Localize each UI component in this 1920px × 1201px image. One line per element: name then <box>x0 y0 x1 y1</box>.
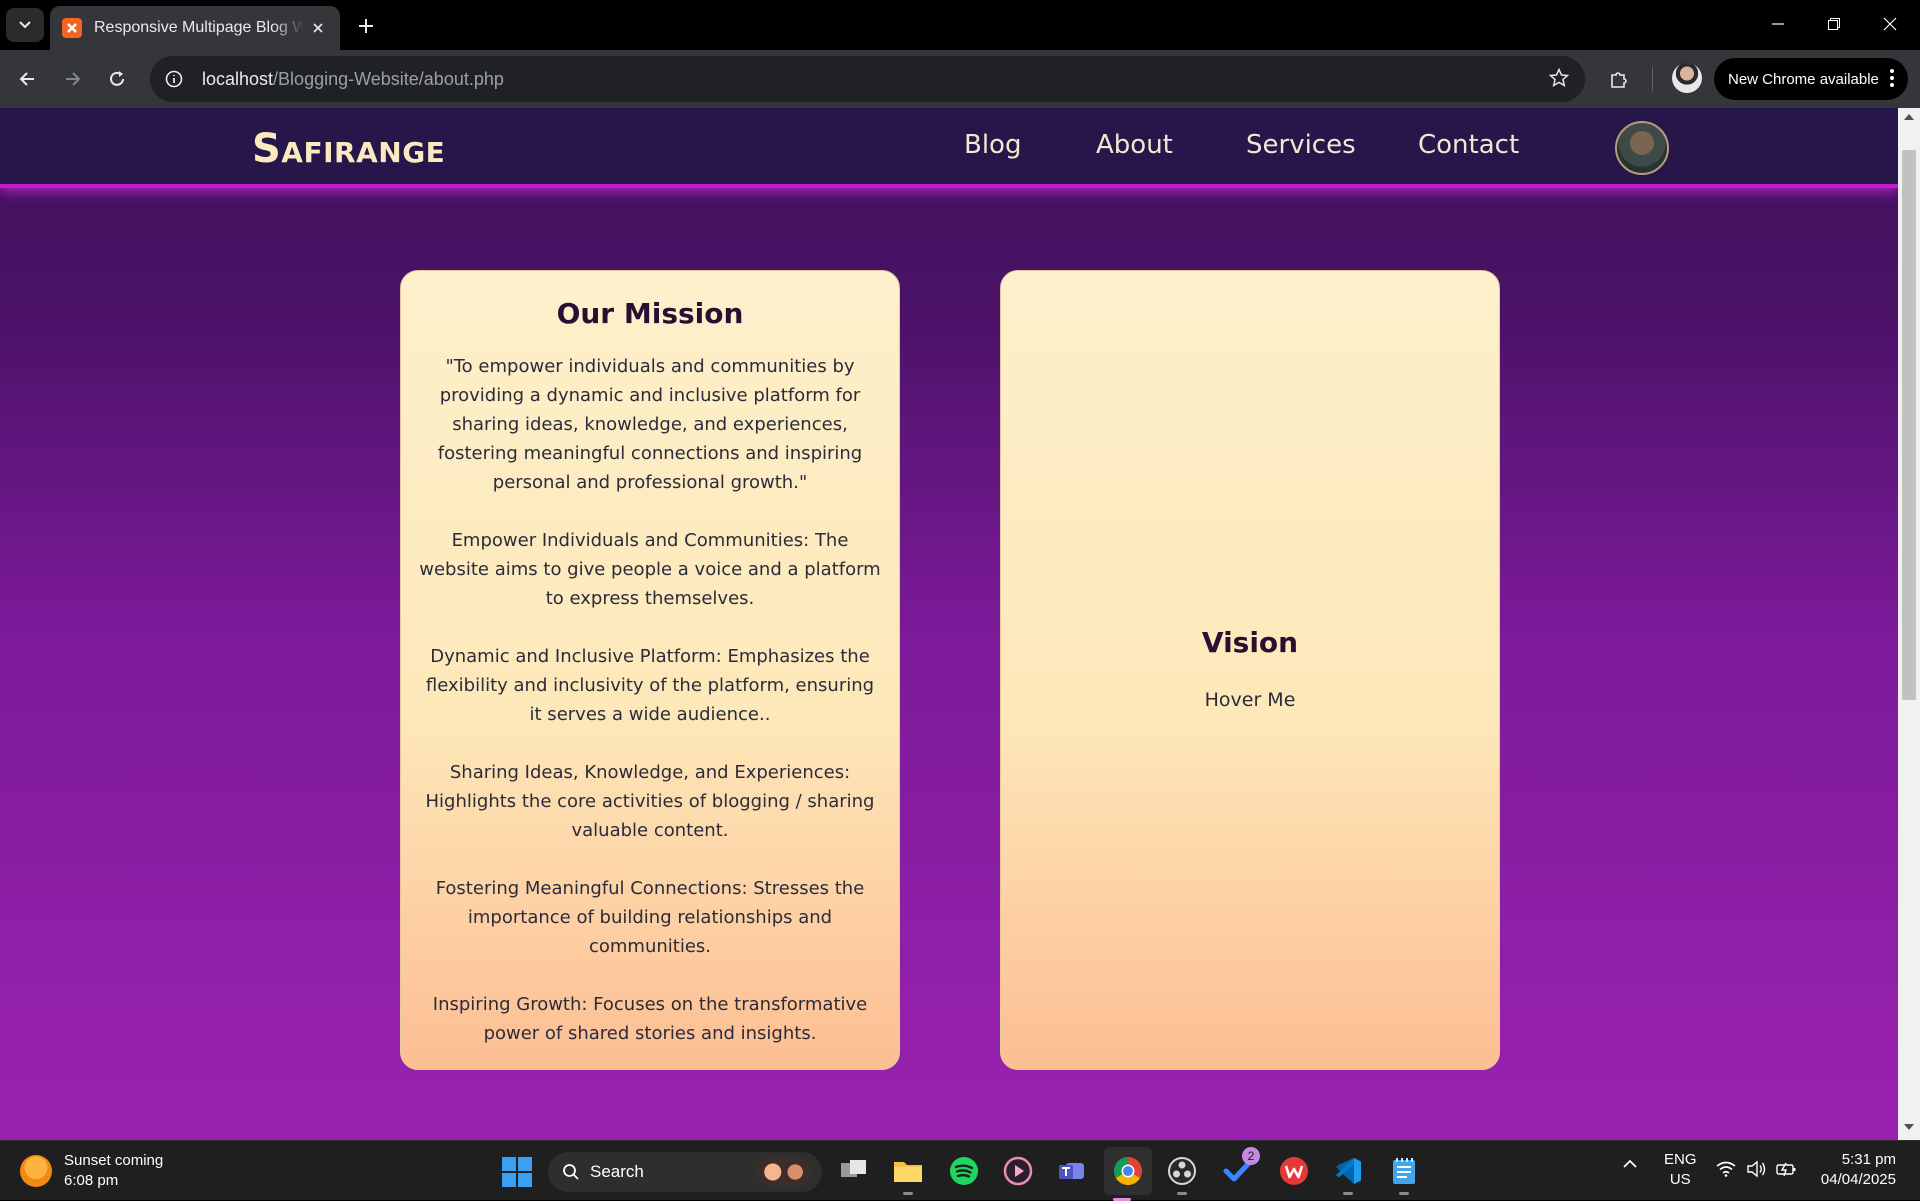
new-tab-button[interactable] <box>352 12 380 40</box>
task-view-icon[interactable] <box>836 1153 872 1189</box>
url-host: localhost <box>202 68 274 89</box>
restore-icon <box>1828 18 1840 30</box>
new-chrome-available-button[interactable]: New Chrome available <box>1714 58 1908 100</box>
clock-time: 5:31 pm <box>1841 1151 1896 1168</box>
nav-about[interactable]: About <box>1096 130 1173 160</box>
reload-icon <box>110 71 124 86</box>
windows-start-icon[interactable] <box>502 1157 532 1187</box>
running-indicator <box>1177 1192 1187 1195</box>
close-icon <box>1883 17 1897 31</box>
restore-window-button[interactable] <box>1806 0 1862 48</box>
weather-time: 6:08 pm <box>64 1172 119 1189</box>
weather-widget[interactable]: Sunset coming 6:08 pm <box>20 1151 163 1191</box>
extensions-puzzle-icon[interactable] <box>1602 62 1636 96</box>
mission-card: Our Mission "To empower individuals and … <box>400 270 900 1070</box>
minimize-window-button[interactable] <box>1750 0 1806 48</box>
site-info-icon[interactable] <box>164 69 184 89</box>
reload-button[interactable] <box>100 62 134 96</box>
back-button[interactable] <box>10 62 44 96</box>
mission-point: Inspiring Growth: Focuses on the transfo… <box>432 994 868 1044</box>
page-viewport: Safirange Blog About Services Contact Ou… <box>0 108 1898 1140</box>
search-icon <box>563 1164 579 1180</box>
nav-contact[interactable]: Contact <box>1418 130 1519 160</box>
page-scrollbar[interactable] <box>1898 108 1920 1140</box>
clock[interactable]: 5:31 pm 04/04/2025 <box>1810 1150 1896 1190</box>
teams-icon[interactable] <box>1054 1153 1090 1189</box>
scroll-up-arrow-icon[interactable] <box>1904 114 1914 120</box>
vision-card[interactable]: Vision Hover Me <box>1000 270 1500 1070</box>
sunset-icon <box>20 1155 52 1187</box>
file-explorer-icon[interactable] <box>890 1153 926 1195</box>
scrollbar-thumb[interactable] <box>1902 150 1916 700</box>
vision-title: Vision <box>1201 626 1299 659</box>
chrome-profile-avatar[interactable] <box>1672 63 1702 93</box>
running-indicator <box>903 1192 913 1195</box>
address-bar[interactable]: localhost/Blogging-Website/about.php <box>150 56 1585 102</box>
todo-badge: 2 <box>1242 1147 1260 1165</box>
nav-blog[interactable]: Blog <box>964 130 1021 160</box>
scroll-down-arrow-icon[interactable] <box>1904 1124 1914 1130</box>
vscode-icon[interactable] <box>1330 1153 1366 1195</box>
browser-toolbar: localhost/Blogging-Website/about.php New… <box>0 50 1920 108</box>
volume-icon[interactable] <box>1746 1160 1766 1182</box>
obs-icon[interactable] <box>1164 1153 1200 1195</box>
site-logo[interactable]: Safirange <box>252 126 445 172</box>
search-highlight-image <box>756 1158 812 1186</box>
chevron-down-icon <box>19 21 31 29</box>
notepad-icon[interactable] <box>1386 1153 1422 1195</box>
url-path: /Blogging-Website/about.php <box>273 68 504 89</box>
user-avatar[interactable] <box>1615 121 1669 175</box>
toolbar-divider <box>1652 67 1653 91</box>
chrome-icon[interactable] <box>1104 1147 1152 1201</box>
tab-title: Responsive Multipage Blog Web <box>94 19 304 36</box>
arrow-left-icon <box>19 72 34 86</box>
bookmark-star-icon[interactable] <box>1548 67 1570 93</box>
language-indicator[interactable]: ENG US <box>1664 1150 1697 1190</box>
wifi-icon[interactable] <box>1716 1161 1736 1181</box>
xampp-favicon-icon <box>62 18 82 38</box>
arrow-right-icon <box>66 72 81 86</box>
minimize-icon <box>1772 23 1784 25</box>
vision-hover-hint: Hover Me <box>1204 689 1296 711</box>
url-text: localhost/Blogging-Website/about.php <box>202 69 504 90</box>
spotify-icon[interactable] <box>946 1153 982 1189</box>
mission-point: Dynamic and Inclusive Platform: Emphasiz… <box>425 646 875 725</box>
weather-title: Sunset coming <box>64 1152 164 1169</box>
running-indicator <box>1343 1192 1353 1195</box>
media-player-icon[interactable] <box>1000 1153 1036 1189</box>
clock-date: 04/04/2025 <box>1820 1171 1896 1188</box>
mission-quote: "To empower individuals and communities … <box>437 356 863 493</box>
search-label: Search <box>590 1162 644 1181</box>
browser-tab-active[interactable]: Responsive Multipage Blog Web <box>50 6 340 50</box>
todo-icon[interactable]: 2 <box>1220 1147 1260 1189</box>
tab-search-button[interactable] <box>6 8 44 42</box>
forward-button[interactable] <box>56 62 90 96</box>
nav-services[interactable]: Services <box>1246 130 1356 160</box>
close-tab-icon[interactable] <box>308 18 328 38</box>
mission-title: Our Mission <box>556 297 744 330</box>
update-label: New Chrome available <box>1728 70 1879 88</box>
site-header: Safirange Blog About Services Contact <box>0 108 1898 188</box>
windows-taskbar: Sunset coming 6:08 pm Search 2 ENG US 5:… <box>0 1140 1920 1201</box>
battery-charging-icon[interactable] <box>1776 1160 1798 1182</box>
mission-point: Fostering Meaningful Connections: Stress… <box>435 878 865 957</box>
mission-point: Empower Individuals and Communities: The… <box>419 530 881 609</box>
language-code: ENG <box>1664 1151 1697 1168</box>
running-indicator <box>1399 1192 1409 1195</box>
taskbar-search[interactable]: Search <box>548 1152 822 1192</box>
wps-office-icon[interactable] <box>1276 1153 1312 1189</box>
show-hidden-icons-chevron-up-icon[interactable] <box>1622 1157 1638 1174</box>
browser-tab-strip: Responsive Multipage Blog Web <box>0 0 1920 50</box>
close-window-button[interactable] <box>1862 0 1918 48</box>
plus-icon <box>359 19 373 33</box>
language-region: US <box>1669 1171 1691 1188</box>
mission-point: Sharing Ideas, Knowledge, and Experience… <box>425 762 875 841</box>
more-vert-icon <box>1890 69 1894 91</box>
